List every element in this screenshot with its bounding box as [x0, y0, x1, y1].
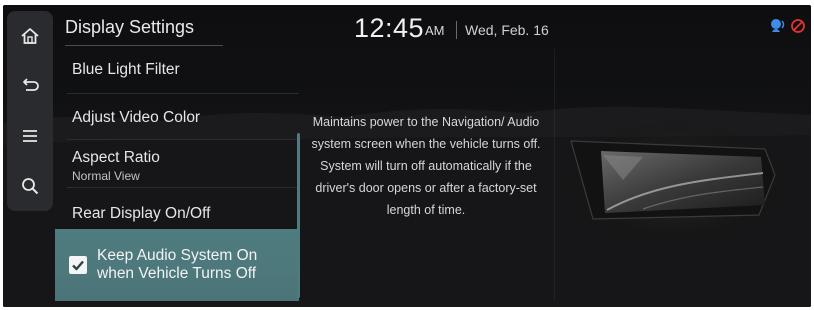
- keep-audio-checkbox[interactable]: [69, 256, 87, 274]
- menu-item-rear-display[interactable]: Rear Display On/Off: [55, 191, 299, 227]
- menu-button[interactable]: [11, 117, 49, 155]
- menu-item-text: Aspect Ratio Normal View: [72, 149, 160, 183]
- infotainment-screen: Display Settings 12:45 AM Wed, Feb. 16 B…: [3, 5, 811, 307]
- menu-item-label: Adjust Video Color: [72, 109, 201, 126]
- back-button[interactable]: [11, 67, 49, 105]
- menu-icon: [23, 130, 37, 142]
- menu-item-blue-light-filter[interactable]: Blue Light Filter: [55, 55, 299, 91]
- menu-divider: [67, 187, 299, 188]
- selected-item-line1: Keep Audio System On: [97, 247, 258, 264]
- no-connection-icon: [791, 19, 805, 33]
- menu-divider: [67, 93, 299, 94]
- panel-divider: [554, 49, 555, 301]
- clock-date: Wed, Feb. 16: [465, 22, 549, 38]
- menu-item-aspect-ratio[interactable]: Aspect Ratio Normal View: [55, 143, 299, 187]
- selected-item-line2: when Vehicle Turns Off: [97, 265, 257, 282]
- title-underline: [65, 45, 223, 46]
- menu-item-adjust-video-color[interactable]: Adjust Video Color: [55, 99, 299, 137]
- menu-item-label: Aspect Ratio: [72, 149, 160, 166]
- settings-list: Blue Light Filter Adjust Video Color Asp…: [55, 49, 299, 307]
- menu-item-label: Rear Display On/Off: [72, 205, 211, 222]
- selected-item-label: Keep Audio System On when Vehicle Turns …: [97, 247, 293, 283]
- checkmark-icon: [72, 260, 84, 271]
- clock-time: 12:45: [354, 13, 425, 43]
- menu-divider: [67, 139, 299, 140]
- setting-description: Maintains power to the Navigation/ Audio…: [311, 115, 541, 217]
- search-icon: [22, 178, 39, 195]
- back-icon: [23, 78, 39, 91]
- status-icons: [769, 17, 809, 37]
- voice-recognition-icon: [771, 19, 785, 32]
- home-button[interactable]: [11, 17, 49, 55]
- menu-item-label: Blue Light Filter: [72, 61, 180, 78]
- search-button[interactable]: [11, 167, 49, 205]
- menu-item-keep-audio-system-on[interactable]: Keep Audio System On when Vehicle Turns …: [55, 229, 299, 301]
- list-scrollbar[interactable]: [297, 133, 300, 298]
- home-icon: [21, 28, 39, 44]
- page-title: Display Settings: [65, 17, 195, 37]
- clock-separator: [456, 21, 457, 39]
- menu-item-sublabel: Normal View: [72, 169, 140, 183]
- side-rail: [7, 11, 53, 211]
- clock-ampm: AM: [425, 23, 445, 38]
